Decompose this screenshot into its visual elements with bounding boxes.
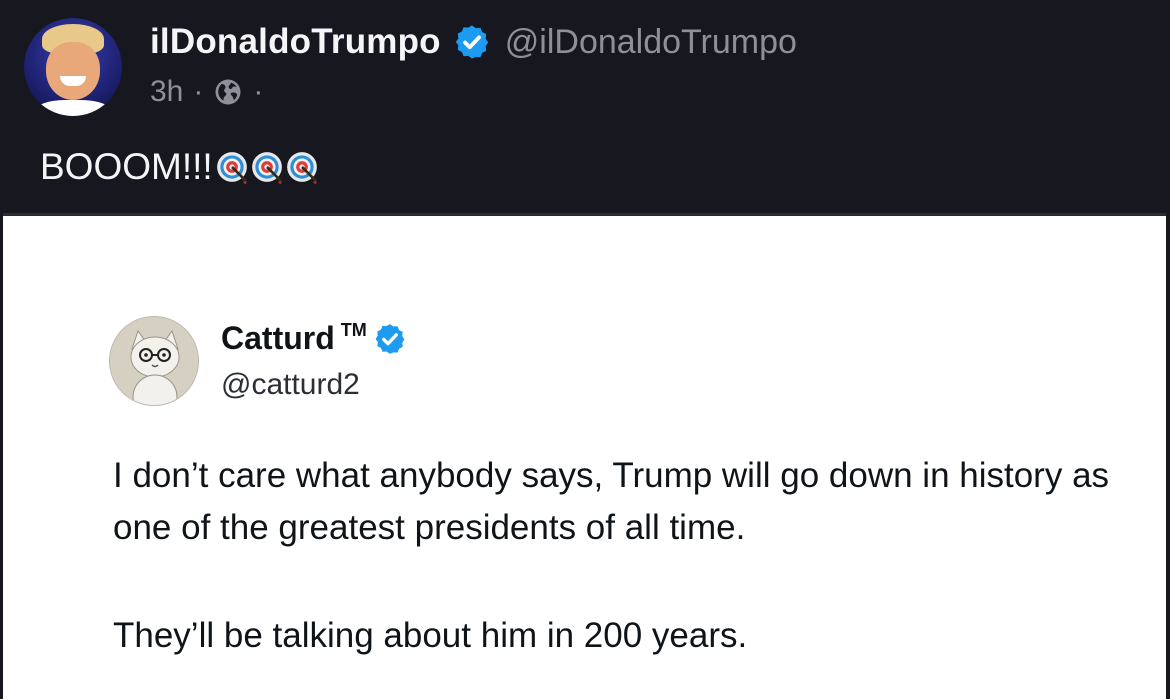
embedded-tweet-body: I don’t care what anybody says, Trump wi… (113, 450, 1113, 662)
embedded-author-row: Catturd TM (221, 320, 407, 357)
post-card: ilDonaldoTrumpo @ilDonaldoTrumpo 3h · · … (0, 0, 1170, 699)
globe-icon (215, 79, 241, 105)
author-display-name[interactable]: ilDonaldoTrumpo (150, 22, 441, 62)
embedded-author-handle: @catturd2 (221, 368, 360, 401)
direct-hit-target-emoji (286, 152, 317, 184)
embedded-author-avatar (109, 316, 199, 406)
verified-badge-icon (455, 25, 488, 59)
post-meta: 3h · · (150, 72, 273, 112)
embedded-tweet-paragraph: I don’t care what anybody says, Trump wi… (113, 456, 1110, 547)
emoji-group (215, 150, 320, 184)
embedded-author-name: Catturd (221, 320, 335, 356)
post-text: BOOOM!!! (40, 146, 320, 188)
embedded-author-trademark: TM (340, 320, 367, 340)
post-timestamp[interactable]: 3h (150, 75, 183, 109)
post-text-content: BOOOM!!! (40, 146, 213, 187)
embedded-tweet-image[interactable]: Catturd TM @catturd2 I don’t care what a… (3, 213, 1166, 699)
avatar-face (46, 42, 100, 100)
meta-separator: · (193, 75, 204, 108)
avatar-shirt (34, 100, 112, 116)
verified-badge-icon (375, 323, 405, 354)
meta-separator-2: · (253, 75, 264, 108)
author-handle[interactable]: @ilDonaldoTrumpo (505, 23, 797, 62)
embedded-tweet-paragraph: They’ll be talking about him in 200 year… (113, 616, 748, 655)
author-name-row: ilDonaldoTrumpo @ilDonaldoTrumpo (150, 20, 797, 64)
direct-hit-target-emoji (216, 152, 247, 184)
direct-hit-target-emoji (251, 152, 282, 184)
author-avatar[interactable] (24, 18, 122, 116)
cat-avatar-icon (110, 317, 198, 405)
post-header: ilDonaldoTrumpo @ilDonaldoTrumpo 3h · · (24, 18, 1144, 118)
